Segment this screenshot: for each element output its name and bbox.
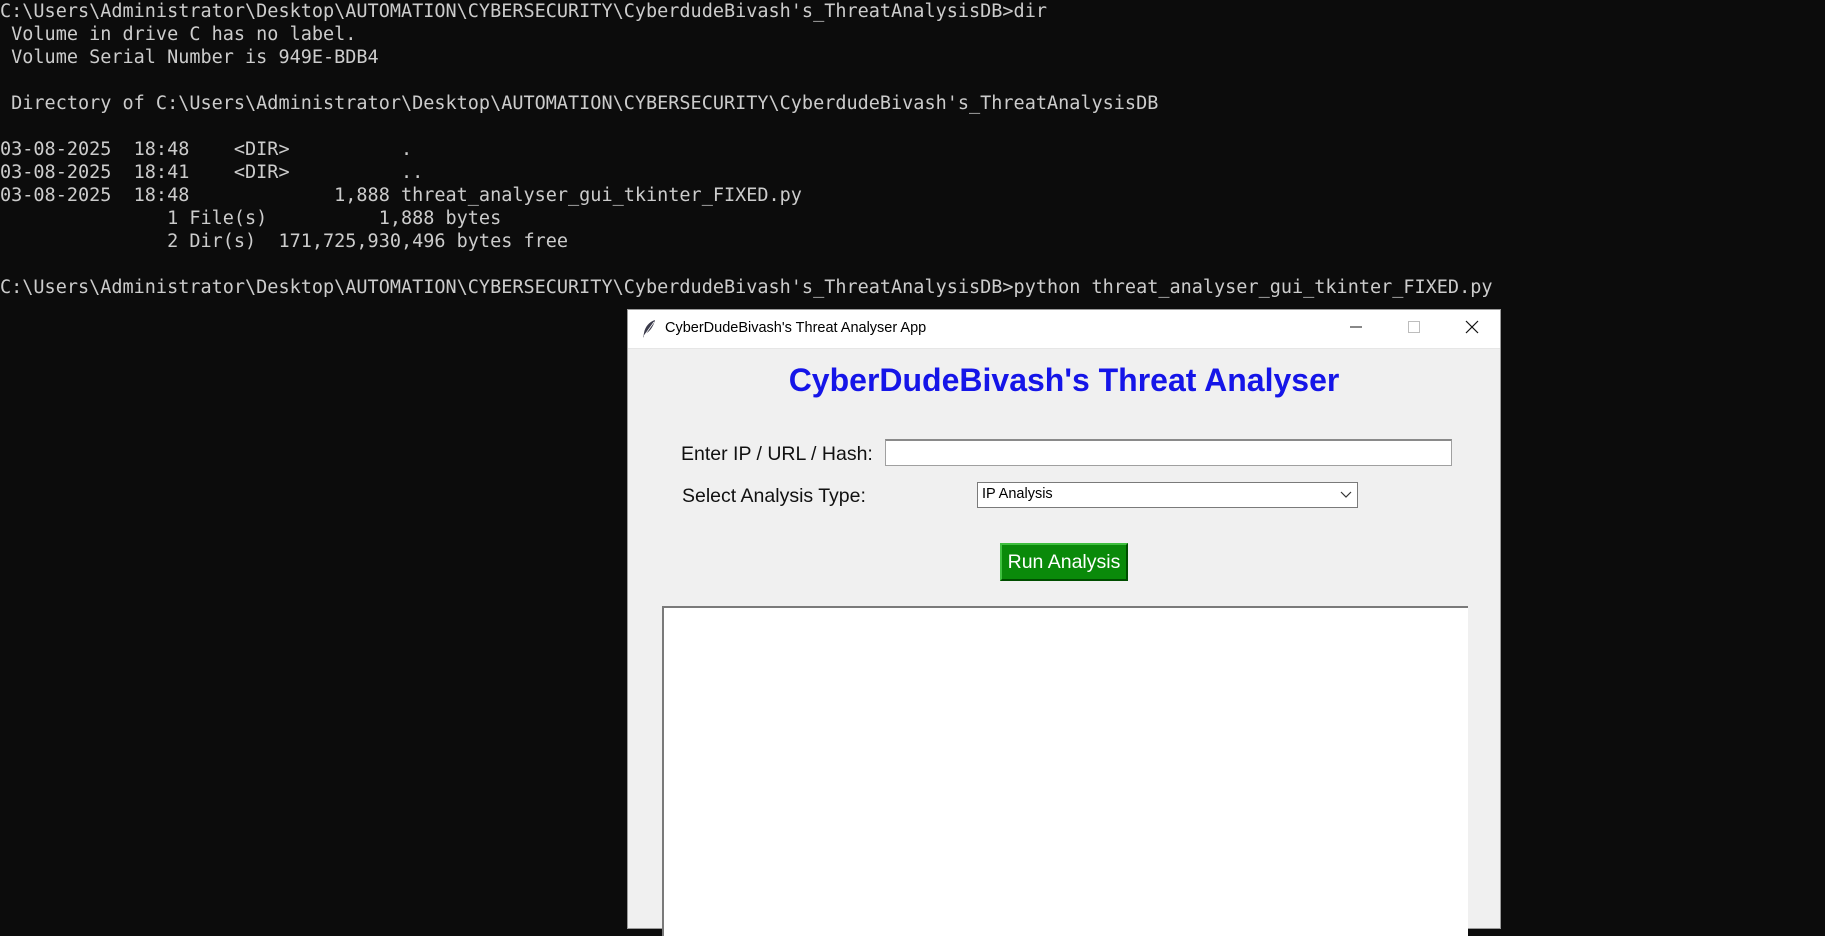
terminal-line: 03-08-2025 18:41 <DIR> .. (0, 162, 424, 183)
terminal-line: Volume in drive C has no label. (0, 24, 357, 45)
feather-icon (640, 319, 658, 339)
maximize-button (1385, 310, 1443, 348)
ioc-input[interactable] (885, 439, 1452, 466)
minimize-icon (1350, 320, 1362, 338)
threat-analyser-window[interactable]: CyberDudeBivash's Threat Analyser App Cy… (627, 309, 1501, 936)
terminal-line: Volume Serial Number is 949E-BDB4 (0, 47, 379, 68)
app-heading: CyberDudeBivash's Threat Analyser (788, 362, 1340, 398)
terminal-line: 03-08-2025 18:48 1,888 threat_analyser_g… (0, 185, 802, 206)
terminal-line: 2 Dir(s) 171,725,930,496 bytes free (0, 231, 569, 252)
analysis-type-selected-value: IP Analysis (982, 486, 1053, 502)
terminal-line: Directory of C:\Users\Administrator\Desk… (0, 93, 1159, 114)
terminal-line: 03-08-2025 18:48 <DIR> . (0, 139, 413, 160)
maximize-icon (1408, 320, 1420, 338)
analysis-type-select[interactable]: IP Analysis (977, 482, 1358, 508)
run-analysis-button[interactable]: Run Analysis (1000, 543, 1128, 581)
analysis-type-label: Select Analysis Type: (682, 485, 866, 507)
close-icon (1465, 320, 1479, 339)
window-titlebar[interactable]: CyberDudeBivash's Threat Analyser App (628, 310, 1500, 349)
minimize-button[interactable] (1327, 310, 1385, 348)
close-button[interactable] (1443, 310, 1501, 348)
chevron-down-icon[interactable] (1340, 488, 1352, 504)
terminal-line: C:\Users\Administrator\Desktop\AUTOMATIO… (0, 277, 1493, 298)
analysis-output-textarea[interactable] (662, 606, 1468, 936)
ioc-input-label: Enter IP / URL / Hash: (681, 443, 873, 465)
terminal-line: 1 File(s) 1,888 bytes (0, 208, 502, 229)
window-title: CyberDudeBivash's Threat Analyser App (665, 320, 927, 336)
terminal-line: C:\Users\Administrator\Desktop\AUTOMATIO… (0, 1, 1047, 22)
